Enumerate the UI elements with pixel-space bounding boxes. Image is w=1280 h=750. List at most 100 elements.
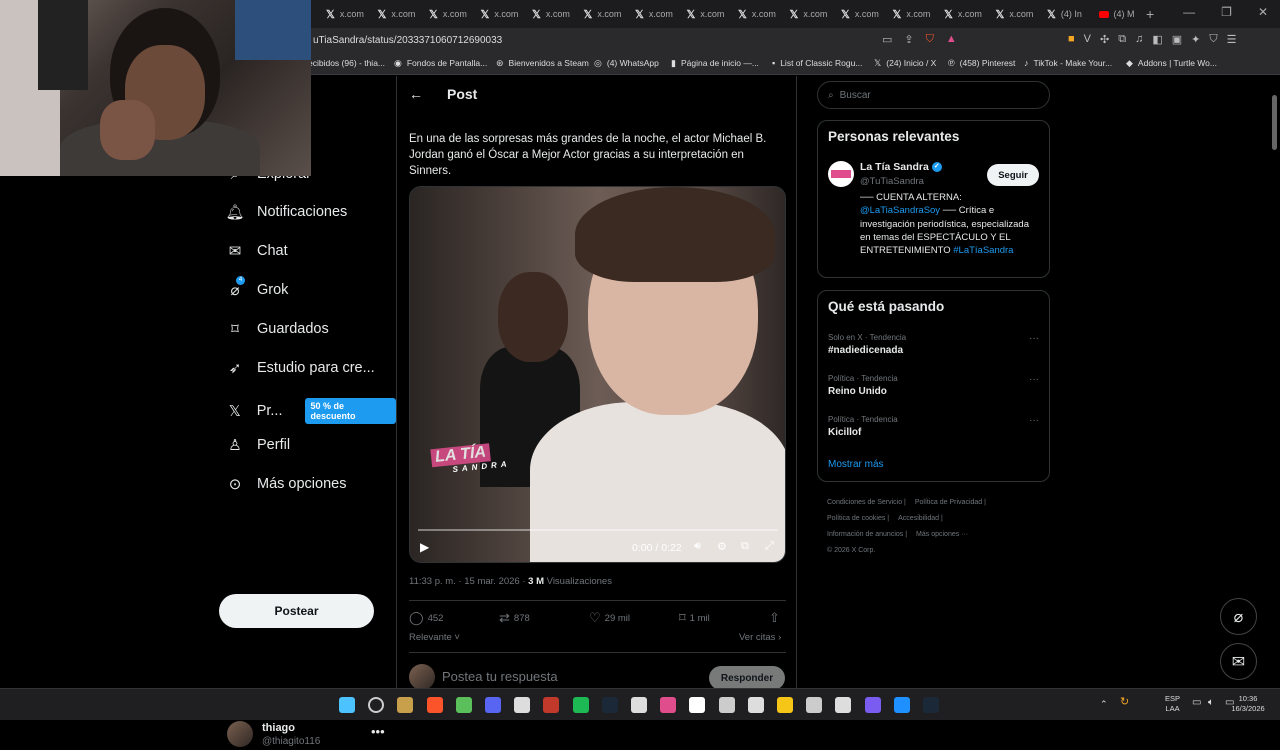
start-icon[interactable] <box>339 697 355 713</box>
spotify-icon[interactable] <box>572 697 589 713</box>
tab-8[interactable]: 𝕏x.com <box>724 0 776 28</box>
tray-chevron-icon[interactable]: ⌃ <box>1100 699 1108 709</box>
clock[interactable]: 10:36 16/3/2026 <box>1228 694 1268 714</box>
tab-5[interactable]: 𝕏x.com <box>570 0 622 28</box>
sidebar-icon[interactable]: ◧ <box>1152 33 1162 46</box>
sort-replies[interactable]: Relevante ˅ <box>409 632 460 643</box>
bookmark-item[interactable]: ▪ List of Classic Rogu... <box>772 58 862 68</box>
puzzle-icon[interactable]: ✣ <box>1100 33 1109 46</box>
share-icon[interactable]: ⇪ <box>904 33 913 46</box>
app-icon[interactable] <box>835 697 852 713</box>
minimize-button[interactable]: — <box>1183 5 1195 19</box>
chrome-icon[interactable] <box>747 697 764 713</box>
screenshot-icon[interactable]: ⧉ <box>1118 33 1126 46</box>
follow-button[interactable]: Seguir <box>987 164 1039 186</box>
app-icon[interactable] <box>893 697 910 713</box>
like-button[interactable]: ♡ 29 mil <box>589 610 679 626</box>
reply-submit-button[interactable]: Responder <box>709 666 785 690</box>
sidebar-item-grok[interactable]: ⌀ Grok <box>227 282 288 299</box>
wallet-icon[interactable]: ▣ <box>1172 33 1182 46</box>
tab-7[interactable]: 𝕏x.com <box>673 0 725 28</box>
maximize-button[interactable]: ❐ <box>1221 5 1232 19</box>
app-icon[interactable] <box>864 697 881 713</box>
sidebar-item-bookmark[interactable]: ⌑ Guardados <box>227 321 329 338</box>
music-icon[interactable]: ♫ <box>1135 33 1143 46</box>
sidebar-item-rocket[interactable]: ➶ Estudio para cre... <box>227 360 375 377</box>
vpn-icon[interactable]: ⛉ <box>1209 33 1217 46</box>
bio-link-hashtag[interactable]: #LaTíaSandra <box>953 245 1013 256</box>
sidebar-item-bell[interactable]: 🔔︎ Notificaciones <box>225 204 347 221</box>
scrollbar[interactable] <box>1272 95 1277 150</box>
sidebar-item-more-circle[interactable]: ⊙ Más opciones <box>227 476 347 493</box>
extension-v-icon[interactable]: V <box>1084 33 1091 46</box>
app-icon[interactable] <box>806 697 823 713</box>
cast-icon[interactable]: ▭ <box>882 33 892 46</box>
play-icon[interactable]: ▶ <box>420 540 429 554</box>
rewards-icon[interactable]: ▲ <box>946 33 957 46</box>
footer-link[interactable]: Más opciones ··· <box>916 531 968 538</box>
footer-link[interactable]: Información de anuncios | <box>827 531 907 538</box>
menu-icon[interactable]: ☰ <box>1227 33 1237 46</box>
steam-icon[interactable] <box>923 697 939 713</box>
bookmark-item[interactable]: 𝕏 (24) Inicio / X <box>874 58 936 69</box>
video-player[interactable]: LA TÍA SANDRA ▶ 0:00 / 0:22 🔊︎ ⚙ ⧉ ⤢ <box>409 186 786 563</box>
repost-button[interactable]: ⇄ 878 <box>499 610 589 626</box>
bookmark-item[interactable]: ✉ecibidos (96) - thia... <box>308 58 385 68</box>
tab-1[interactable]: 𝕏x.com <box>364 0 416 28</box>
reply-button[interactable]: ◯ 452 <box>409 610 499 626</box>
app-icon[interactable] <box>660 697 677 713</box>
footer-link[interactable]: Accesibilidad | <box>898 515 943 522</box>
pip-icon[interactable]: ⧉ <box>741 540 749 553</box>
language-indicator[interactable]: ESP LAA <box>1165 694 1180 714</box>
sidebar-item-person[interactable]: ♙ Perfil <box>227 437 290 454</box>
tab-15[interactable]: (4) M <box>1085 0 1137 28</box>
volume-icon[interactable]: 🔈︎ <box>1208 698 1214 708</box>
fullscreen-icon[interactable]: ⤢ <box>765 540 774 553</box>
tab-13[interactable]: 𝕏x.com <box>982 0 1034 28</box>
volume-icon[interactable]: 🔊︎ <box>694 540 701 553</box>
files-icon[interactable] <box>514 697 531 713</box>
settings-icon[interactable]: ⚙ <box>717 540 727 553</box>
bookmark-item[interactable]: ⊛ Bienvenidos a Steam <box>496 58 589 69</box>
tab-6[interactable]: 𝕏x.com <box>621 0 673 28</box>
bookmark-item[interactable]: ◎ (4) WhatsApp <box>594 58 659 69</box>
show-more-link[interactable]: Mostrar más <box>828 459 884 470</box>
update-icon[interactable]: ↻ <box>1120 697 1129 708</box>
footer-link[interactable]: Política de Privacidad | <box>915 499 986 506</box>
reply-input[interactable]: Postea tu respuesta <box>442 669 558 684</box>
browser-icon[interactable] <box>631 697 647 713</box>
quotes-link[interactable]: Ver citas › <box>739 632 781 643</box>
person-name[interactable]: La Tía Sandra ✓ <box>860 161 942 173</box>
new-tab-button[interactable]: + <box>1146 6 1154 22</box>
post-timestamp[interactable]: 11:33 p. m. · 15 mar. 2026 · <box>409 576 528 587</box>
tab-12[interactable]: 𝕏x.com <box>930 0 982 28</box>
more-icon[interactable]: ··· <box>1029 333 1039 344</box>
discord-icon[interactable] <box>485 697 501 713</box>
footer-link[interactable]: Política de cookies | <box>827 515 889 522</box>
minecraft-icon[interactable] <box>455 697 472 713</box>
sidebar-item-x-logo[interactable]: 𝕏 Pr... 50 % de descuento <box>227 398 396 424</box>
tab-2[interactable]: 𝕏x.com <box>415 0 467 28</box>
bookmark-item[interactable]: ◉ Fondos de Pantalla... <box>394 58 487 69</box>
tab-0[interactable]: 𝕏x.com <box>312 0 364 28</box>
bookmark-item[interactable]: ♪ TikTok - Make Your... <box>1024 58 1112 68</box>
tab-4[interactable]: 𝕏x.com <box>518 0 570 28</box>
trend-item[interactable]: Política · Tendencia Kicillof ··· <box>828 415 1041 438</box>
tab-3[interactable]: 𝕏x.com <box>467 0 519 28</box>
app-icon[interactable] <box>543 697 560 713</box>
search-icon[interactable] <box>368 697 385 713</box>
avatar[interactable] <box>828 161 854 187</box>
epic-icon[interactable] <box>718 697 735 713</box>
grok-fab[interactable]: ⌀ <box>1220 598 1257 635</box>
bookmark-item[interactable]: ◆ Addons | Turtle Wo... <box>1126 58 1217 69</box>
more-icon[interactable]: ··· <box>1029 374 1039 385</box>
tab-11[interactable]: 𝕏x.com <box>879 0 931 28</box>
url-field[interactable]: uTiaSandra/status/2033371060712690033 <box>313 35 502 46</box>
more-icon[interactable]: ••• <box>371 724 385 739</box>
extension-icon[interactable]: ■ <box>1068 33 1075 46</box>
close-window-button[interactable]: ✕ <box>1258 5 1268 19</box>
more-icon[interactable]: ··· <box>1029 415 1039 426</box>
network-icon[interactable]: ▭ <box>1192 698 1201 708</box>
bookmark-button[interactable]: ⌑ 1 mil <box>679 610 769 626</box>
post-button[interactable]: Postear <box>219 594 374 628</box>
